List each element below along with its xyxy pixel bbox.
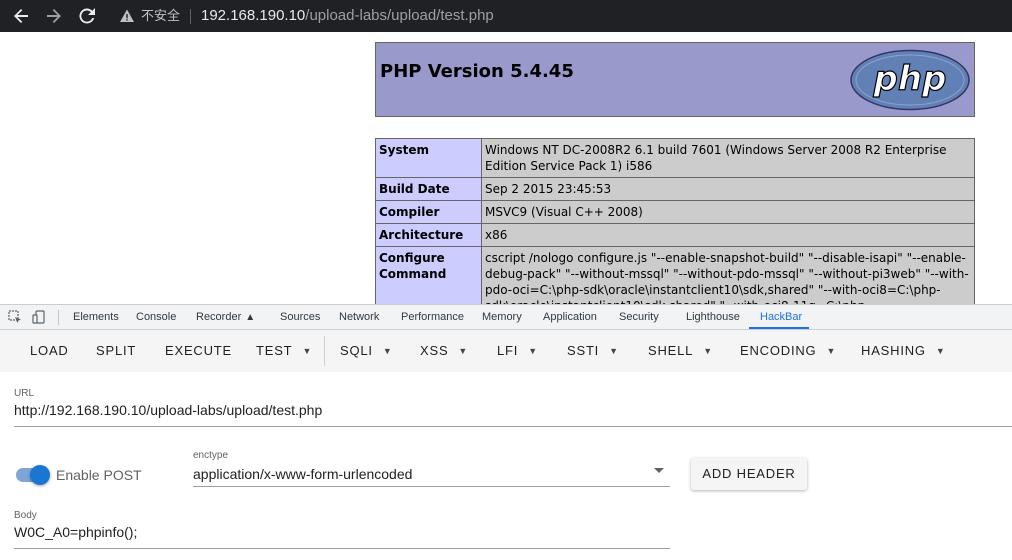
tab-memory[interactable]: Memory	[482, 305, 522, 330]
chevron-down-icon: ▼	[458, 346, 469, 356]
tab-recorder-label: Recorder	[196, 311, 242, 323]
chevron-down-icon: ▼	[528, 346, 538, 356]
chevron-down-icon: ▼	[935, 346, 946, 356]
toolbar-divider	[324, 336, 325, 366]
shell-menu-label: SHELL	[648, 343, 694, 358]
chevron-down-icon: ▼	[302, 346, 313, 356]
row-value: x86	[481, 223, 975, 247]
tab-performance[interactable]: Performance	[401, 305, 464, 330]
devtools-tabbar: Elements Console Recorder ▲ Sources Netwo…	[0, 304, 1012, 330]
test-menu-label: TEST	[256, 343, 293, 358]
hackbar-toolbar: LOAD SPLIT EXECUTE TEST ▼ SQLI ▼ XSS ▼ LFI ▼…	[0, 330, 1012, 372]
table-row: Configure Command cscript /nologo config…	[375, 246, 975, 304]
url-field-underline	[14, 426, 1012, 427]
sqli-menu-label: SQLI	[340, 343, 373, 358]
php-logo: php	[849, 49, 971, 116]
hackbar-panel: URL http://192.168.190.10/upload-labs/up…	[0, 372, 1012, 560]
table-row: Build Date Sep 2 2015 23:45:53	[375, 177, 975, 201]
enable-post-label[interactable]: Enable POST	[56, 467, 142, 483]
reload-icon[interactable]	[76, 5, 98, 27]
row-key: Architecture	[375, 223, 482, 247]
back-arrow-icon[interactable]	[10, 5, 32, 27]
sqli-menu-button[interactable]: SQLI ▼	[340, 330, 393, 372]
tab-recorder[interactable]: Recorder ▲	[196, 305, 255, 330]
hashing-menu-label: HASHING	[861, 343, 926, 358]
xss-menu-button[interactable]: XSS ▼	[420, 330, 468, 372]
load-button[interactable]: LOAD	[30, 330, 69, 372]
tab-network[interactable]: Network	[339, 305, 379, 330]
row-value: cscript /nologo configure.js "--enable-s…	[481, 246, 975, 304]
table-row: Architecture x86	[375, 223, 975, 247]
body-field-underline	[14, 548, 670, 549]
url-field-label: URL	[14, 388, 35, 399]
inspect-element-icon[interactable]	[8, 310, 22, 324]
insecure-label[interactable]: 不安全	[141, 7, 180, 25]
flask-icon: ▲	[245, 312, 256, 323]
url-field[interactable]: http://192.168.190.10/upload-labs/upload…	[14, 402, 322, 418]
browser-toolbar: 不安全 192.168.190.10/upload-labs/upload/te…	[0, 0, 1012, 32]
shell-menu-button[interactable]: SHELL ▼	[648, 330, 713, 372]
row-value: Sep 2 2015 23:45:53	[481, 177, 975, 201]
xss-menu-label: XSS	[420, 343, 449, 358]
forward-arrow-icon[interactable]	[43, 5, 65, 27]
chevron-down-icon: ▼	[382, 346, 393, 356]
enctype-label: enctype	[193, 450, 229, 461]
table-row: Compiler MSVC9 (Visual C++ 2008)	[375, 200, 975, 224]
phpinfo-header: PHP Version 5.4.45 php	[375, 42, 975, 117]
tab-sources[interactable]: Sources	[280, 305, 320, 330]
tab-elements[interactable]: Elements	[73, 305, 119, 330]
dropdown-arrow-icon[interactable]	[654, 468, 664, 473]
chevron-down-icon: ▼	[609, 346, 619, 356]
table-row: System Windows NT DC-2008R2 6.1 build 76…	[375, 138, 975, 178]
address-bar-url[interactable]: 192.168.190.10/upload-labs/upload/test.p…	[201, 6, 494, 26]
chevron-down-icon: ▼	[826, 346, 837, 356]
enctype-underline	[193, 486, 670, 487]
tab-security[interactable]: Security	[619, 305, 659, 330]
hashing-menu-button[interactable]: HASHING ▼	[861, 330, 946, 372]
php-logo-text: php	[873, 59, 947, 99]
address-separator	[190, 9, 191, 24]
chevron-down-icon: ▼	[703, 346, 713, 356]
page-viewport: PHP Version 5.4.45 php System Windows NT…	[0, 32, 1012, 304]
test-menu-button[interactable]: TEST ▼	[256, 330, 312, 372]
lfi-menu-label: LFI	[497, 343, 519, 358]
phpinfo-table: System Windows NT DC-2008R2 6.1 build 76…	[375, 138, 975, 304]
row-key: Configure Command	[375, 246, 482, 304]
devtools-separator	[58, 310, 59, 325]
add-header-button[interactable]: ADD HEADER	[691, 458, 807, 490]
execute-button[interactable]: EXECUTE	[165, 330, 232, 372]
body-field-label: Body	[14, 510, 37, 521]
ssti-menu-label: SSTI	[567, 343, 600, 358]
body-field[interactable]: W0C_A0=phpinfo();	[14, 524, 137, 540]
row-key: System	[375, 138, 482, 178]
row-value: MSVC9 (Visual C++ 2008)	[481, 200, 975, 224]
device-toolbar-icon[interactable]	[32, 310, 46, 324]
row-key: Compiler	[375, 200, 482, 224]
ssti-menu-button[interactable]: SSTI ▼	[567, 330, 619, 372]
url-path: /upload-labs/upload/test.php	[305, 7, 494, 24]
tab-console[interactable]: Console	[136, 305, 176, 330]
toggle-knob[interactable]	[30, 465, 50, 485]
php-version-title: PHP Version 5.4.45	[380, 61, 574, 82]
row-value: Windows NT DC-2008R2 6.1 build 7601 (Win…	[481, 138, 975, 178]
url-host: 192.168.190.10	[201, 7, 306, 24]
lfi-menu-button[interactable]: LFI ▼	[497, 330, 538, 372]
warning-icon[interactable]	[119, 8, 135, 24]
split-button[interactable]: SPLIT	[96, 330, 136, 372]
enctype-select[interactable]: application/x-www-form-urlencoded	[193, 466, 412, 482]
encoding-menu-label: ENCODING	[740, 343, 817, 358]
active-tab-indicator	[749, 327, 809, 329]
row-key: Build Date	[375, 177, 482, 201]
tab-lighthouse[interactable]: Lighthouse	[686, 305, 740, 330]
tab-application[interactable]: Application	[543, 305, 597, 330]
encoding-menu-button[interactable]: ENCODING ▼	[740, 330, 836, 372]
